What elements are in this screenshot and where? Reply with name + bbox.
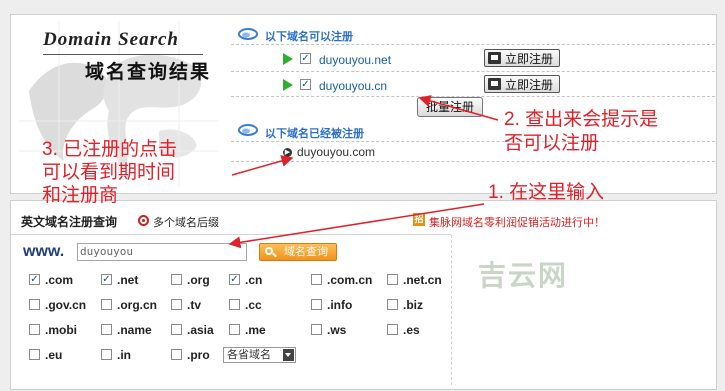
batch-register-button[interactable]: 批量注册	[417, 97, 483, 117]
tld-label[interactable]: .ws	[327, 323, 346, 337]
tld-checkbox[interactable]	[387, 274, 398, 285]
watermark: 吉云网	[478, 260, 569, 291]
tld-checkbox[interactable]	[29, 324, 40, 335]
registered-domain-link[interactable]: duyouyou.com	[297, 145, 375, 159]
swirl-icon	[238, 124, 258, 136]
tld-label[interactable]: .mobi	[45, 323, 77, 337]
annotation-note-1: 1. 在这里输入	[488, 182, 605, 203]
pen-icon	[488, 52, 501, 64]
divider	[231, 141, 715, 142]
tld-label[interactable]: .tv	[187, 298, 201, 312]
tld-label[interactable]: .org.cn	[117, 298, 157, 312]
tld-checkbox[interactable]	[229, 299, 240, 310]
play-icon	[283, 79, 293, 91]
tld-label[interactable]: .biz	[403, 298, 423, 312]
multi-suffix-radio[interactable]	[138, 215, 149, 226]
region-select-value: 各省域名	[227, 349, 271, 361]
annotation-note-2-line2: 否可以注册	[504, 133, 600, 154]
checkmark-icon: ✓	[230, 274, 239, 285]
tld-checkbox[interactable]: ✓	[29, 274, 40, 285]
tld-label[interactable]: .com	[45, 273, 73, 287]
tld-label[interactable]: .me	[245, 323, 266, 337]
tld-checkbox[interactable]	[311, 274, 322, 285]
promo-icon: 招	[413, 213, 425, 226]
domain-search-logo-cn: 域名查询结果	[85, 62, 212, 83]
pen-icon	[488, 78, 501, 90]
available-domain-link[interactable]: duyouyou.cn	[319, 79, 387, 93]
domain-input[interactable]: duyouyou	[77, 243, 247, 261]
play-icon	[283, 53, 293, 65]
arrow-right-circle-icon: ▶	[283, 148, 292, 157]
domain-query-panel: 英文域名注册查询 多个域名后缀 招 集脉网域名零利润促销活动进行中！ www. …	[10, 200, 717, 390]
tab-divider	[11, 234, 451, 235]
logo-divider	[43, 54, 203, 55]
annotation-note-3-line3: 和注册商	[42, 185, 119, 206]
tld-label[interactable]: .cn	[245, 273, 262, 287]
tld-label[interactable]: .es	[403, 323, 420, 337]
tld-label[interactable]: .pro	[187, 348, 210, 362]
chevron-down-icon[interactable]	[283, 349, 294, 361]
tld-checkbox[interactable]	[171, 349, 182, 360]
tld-label[interactable]: .com.cn	[327, 273, 372, 287]
register-now-button[interactable]: 立即注册	[484, 75, 561, 93]
tld-checkbox[interactable]	[101, 324, 112, 335]
annotation-note-3-line1: 3. 已注册的点击	[42, 139, 178, 160]
vertical-divider	[451, 235, 452, 385]
promo-text[interactable]: 集脉网域名零利润促销活动进行中！	[429, 214, 605, 230]
checkmark-icon: ✓	[102, 274, 111, 285]
tld-label[interactable]: .in	[117, 348, 131, 362]
register-now-label: 立即注册	[505, 78, 554, 92]
domain-query-label: 域名查询	[284, 246, 328, 258]
available-row: ✓ duyouyou.net 立即注册	[231, 45, 715, 71]
tld-label[interactable]: .info	[327, 298, 352, 312]
tld-label[interactable]: .net	[117, 273, 138, 287]
available-row: ✓ duyouyou.cn 立即注册	[231, 71, 715, 97]
tld-checkbox[interactable]	[229, 324, 240, 335]
tld-label[interactable]: .org	[187, 273, 210, 287]
swirl-icon	[238, 28, 258, 40]
checkmark-icon: ✓	[30, 274, 39, 285]
annotation-note-3-line2: 可以看到期时间	[42, 162, 176, 183]
register-now-button[interactable]: 立即注册	[484, 49, 561, 67]
tab-english-domain-query[interactable]: 英文域名注册查询	[21, 213, 117, 230]
domain-checkbox[interactable]: ✓	[300, 79, 311, 90]
tld-checkbox[interactable]	[311, 299, 322, 310]
tld-checkbox[interactable]	[171, 299, 182, 310]
region-select[interactable]: 各省域名	[223, 347, 296, 363]
domain-search-logo-en: Domain Search	[43, 29, 179, 50]
divider	[231, 161, 715, 162]
tld-checkbox[interactable]	[171, 274, 182, 285]
tld-checkbox[interactable]	[101, 299, 112, 310]
domain-checkbox[interactable]: ✓	[300, 53, 311, 64]
tld-label[interactable]: .net.cn	[403, 273, 442, 287]
tld-checkbox[interactable]: ✓	[101, 274, 112, 285]
tld-checkbox[interactable]	[171, 324, 182, 335]
tld-checkbox[interactable]	[101, 349, 112, 360]
available-section-title: 以下域名可以注册	[265, 31, 353, 43]
tld-label[interactable]: .cc	[245, 298, 262, 312]
tld-checkbox[interactable]	[29, 299, 40, 310]
www-label: www.	[23, 243, 65, 260]
tld-label[interactable]: .asia	[187, 323, 214, 337]
tld-checkbox[interactable]	[387, 324, 398, 335]
tld-label[interactable]: .eu	[45, 348, 62, 362]
register-now-label: 立即注册	[505, 52, 554, 66]
tld-checkbox[interactable]	[311, 324, 322, 335]
annotation-note-2-line1: 2. 查出来会提示是	[504, 109, 659, 130]
checkmark-icon: ✓	[301, 53, 310, 64]
multi-suffix-label[interactable]: 多个域名后缀	[153, 214, 219, 230]
tld-checkbox[interactable]	[29, 349, 40, 360]
checkmark-icon: ✓	[301, 79, 310, 90]
available-domain-link[interactable]: duyouyou.net	[319, 53, 391, 67]
tld-checkbox[interactable]	[387, 299, 398, 310]
tld-label[interactable]: .name	[117, 323, 152, 337]
tld-checkbox[interactable]: ✓	[229, 274, 240, 285]
registered-section-title: 以下域名已经被注册	[265, 128, 364, 140]
tld-label[interactable]: .gov.cn	[45, 298, 86, 312]
domain-query-button[interactable]: 域名查询	[259, 243, 337, 261]
